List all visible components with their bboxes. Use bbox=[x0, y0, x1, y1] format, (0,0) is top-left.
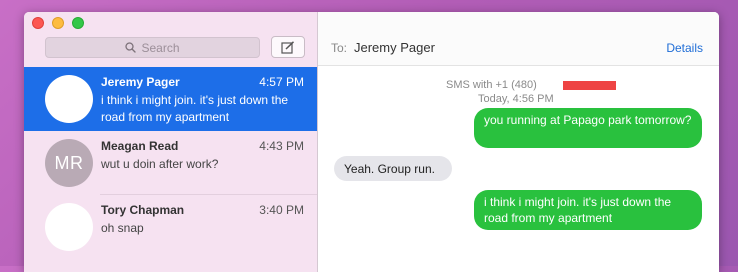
avatar bbox=[45, 203, 93, 251]
close-window-button[interactable] bbox=[32, 17, 44, 29]
outgoing-message-bubble[interactable]: i think i might join. it's just down the… bbox=[474, 190, 702, 230]
minimize-window-button[interactable] bbox=[52, 17, 64, 29]
to-label: To: bbox=[331, 41, 348, 55]
incoming-message-bubble[interactable]: Yeah. Group run. bbox=[334, 156, 452, 181]
avatar: MR bbox=[45, 139, 93, 187]
conversation-name: Jeremy Pager bbox=[101, 75, 180, 89]
conversation-item-tory-chapman[interactable]: Tory Chapman 3:40 PM oh snap bbox=[24, 195, 317, 259]
conversation-name: Meagan Read bbox=[101, 139, 179, 153]
conversation-sidebar: Search Jeremy Pager 4:57 PM i think i mi… bbox=[24, 12, 318, 272]
conversation-item-meagan-read[interactable]: MR Meagan Read 4:43 PM wut u doin after … bbox=[24, 131, 317, 195]
sidebar-toolbar: Search bbox=[24, 12, 317, 67]
conversation-time: 4:43 PM bbox=[259, 139, 304, 153]
search-input[interactable]: Search bbox=[45, 37, 260, 58]
zoom-window-button[interactable] bbox=[72, 17, 84, 29]
conversation-item-jeremy-pager[interactable]: Jeremy Pager 4:57 PM i think i might joi… bbox=[24, 67, 317, 131]
details-button[interactable]: Details bbox=[666, 41, 703, 55]
conversation-preview: oh snap bbox=[101, 221, 144, 235]
conversation-preview: wut u doin after work? bbox=[101, 157, 219, 171]
outgoing-message-bubble[interactable]: you running at Papago park tomorrow? bbox=[474, 108, 702, 148]
compose-icon bbox=[281, 40, 295, 54]
conversation-time: 3:40 PM bbox=[259, 203, 304, 217]
chat-pane: To: Jeremy Pager Details SMS with +1 (48… bbox=[318, 12, 719, 272]
search-placeholder: Search bbox=[141, 40, 180, 55]
sms-info: SMS with +1 (480) bbox=[446, 79, 537, 91]
conversation-time: 4:57 PM bbox=[259, 75, 304, 89]
message-timestamp: Today, 4:56 PM bbox=[478, 93, 554, 105]
conversation-name: Tory Chapman bbox=[101, 203, 185, 217]
chat-header: To: Jeremy Pager Details bbox=[318, 12, 719, 66]
search-icon bbox=[125, 42, 137, 53]
messages-window: Search Jeremy Pager 4:57 PM i think i mi… bbox=[24, 12, 719, 272]
avatar bbox=[45, 75, 93, 123]
compose-button[interactable] bbox=[271, 36, 305, 58]
conversation-preview: i think i might join. it's just down the… bbox=[101, 93, 289, 124]
recipient-name[interactable]: Jeremy Pager bbox=[354, 40, 435, 55]
redaction-bar bbox=[563, 81, 616, 90]
